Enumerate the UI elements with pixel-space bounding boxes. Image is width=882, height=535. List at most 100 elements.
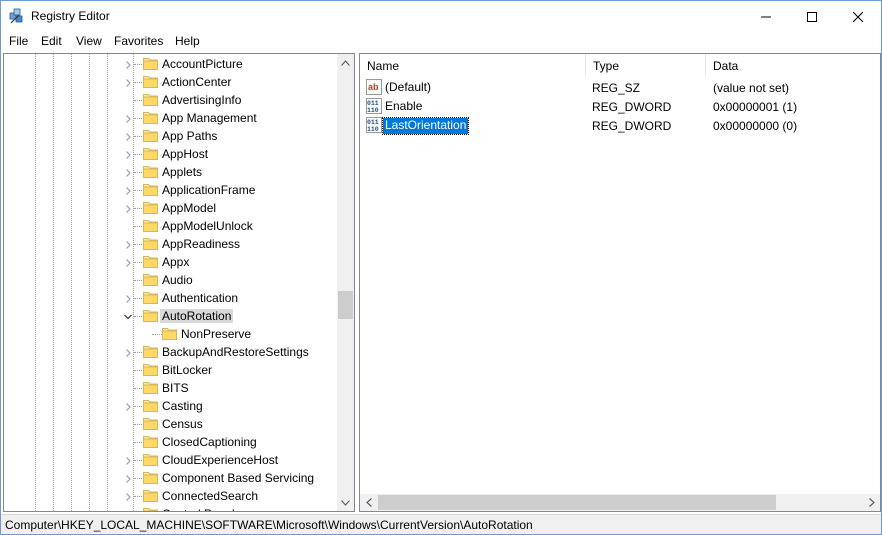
value-row[interactable]: 011 110 LastOrientation REG_DWORD 0x00000000… bbox=[360, 116, 860, 135]
tree-item[interactable]: AppHost bbox=[4, 145, 338, 163]
chevron-right-icon[interactable] bbox=[123, 185, 133, 195]
tree-item[interactable]: BitLocker bbox=[4, 361, 338, 379]
scroll-left-button[interactable] bbox=[360, 494, 377, 511]
folder-icon bbox=[143, 57, 158, 70]
tree-item-label: Audio bbox=[162, 273, 193, 287]
chevron-down-icon[interactable] bbox=[123, 311, 133, 321]
scroll-down-button[interactable] bbox=[337, 494, 354, 511]
value-row[interactable]: ab (Default) REG_SZ (value not set) bbox=[360, 78, 860, 97]
tree-connector bbox=[134, 118, 142, 119]
scroll-right-button[interactable] bbox=[863, 494, 880, 511]
chevron-right-icon[interactable] bbox=[123, 401, 133, 411]
tree-item[interactable]: Casting bbox=[4, 397, 338, 415]
title-bar[interactable]: Registry Editor bbox=[1, 1, 881, 32]
tree-item[interactable]: Census bbox=[4, 415, 338, 433]
tree-connector bbox=[134, 154, 142, 155]
tree-item[interactable]: AppModel bbox=[4, 199, 338, 217]
column-header-name[interactable]: Name bbox=[360, 54, 586, 76]
folder-icon bbox=[143, 237, 158, 250]
tree-item[interactable]: ActionCenter bbox=[4, 73, 338, 91]
tree-item[interactable]: CloudExperienceHost bbox=[4, 451, 338, 469]
tree-item-child[interactable]: NonPreserve bbox=[4, 325, 338, 343]
registry-editor-window: Registry Editor File Edit View Favorites… bbox=[0, 0, 882, 535]
folder-icon bbox=[143, 471, 158, 484]
tree-item-label: AutoRotation bbox=[160, 309, 234, 323]
registry-key-tree[interactable]: AccountPicture ActionCenter AdvertisingInf… bbox=[3, 53, 355, 512]
folder-icon bbox=[162, 327, 177, 340]
chevron-right-icon[interactable] bbox=[123, 59, 133, 69]
tree-item[interactable]: Audio bbox=[4, 271, 338, 289]
tree-item-label: CloudExperienceHost bbox=[162, 453, 279, 467]
menu-favorites[interactable]: Favorites bbox=[114, 34, 163, 48]
chevron-right-icon[interactable] bbox=[123, 77, 133, 87]
values-scroll-thumb[interactable] bbox=[378, 495, 776, 510]
value-row[interactable]: 011 110 Enable REG_DWORD 0x00000001 (1) bbox=[360, 97, 860, 116]
tree-connector bbox=[134, 406, 142, 407]
tree-item-label: Authentication bbox=[162, 291, 239, 305]
column-header-data[interactable]: Data bbox=[706, 54, 880, 76]
menu-edit[interactable]: Edit bbox=[41, 34, 62, 48]
chevron-right-icon[interactable] bbox=[123, 239, 133, 249]
status-bar: Computer\HKEY_LOCAL_MACHINE\SOFTWARE\Mic… bbox=[1, 514, 881, 534]
chevron-up-icon bbox=[341, 59, 350, 66]
tree-connector bbox=[134, 226, 142, 227]
tree-item[interactable]: App Paths bbox=[4, 127, 338, 145]
chevron-right-icon[interactable] bbox=[123, 167, 133, 177]
value-type: REG_SZ bbox=[592, 81, 641, 95]
scroll-up-button[interactable] bbox=[337, 54, 354, 71]
tree-item[interactable]: ClosedCaptioning bbox=[4, 433, 338, 451]
folder-icon bbox=[143, 219, 158, 232]
tree-item-label: AppReadiness bbox=[162, 237, 241, 251]
tree-item[interactable]: App Management bbox=[4, 109, 338, 127]
registry-values-list[interactable]: Name Type Data ab (Default) REG_SZ (value n… bbox=[359, 53, 881, 512]
minimize-button[interactable] bbox=[743, 1, 789, 32]
tree-item[interactable]: AccountPicture bbox=[4, 55, 338, 73]
tree-item[interactable]: Applets bbox=[4, 163, 338, 181]
tree-item[interactable]: Component Based Servicing bbox=[4, 469, 338, 487]
tree-item[interactable]: AdvertisingInfo bbox=[4, 91, 338, 109]
tree-item[interactable]: ConnectedSearch bbox=[4, 487, 338, 505]
maximize-button[interactable] bbox=[789, 1, 835, 32]
tree-item-label: Casting bbox=[162, 399, 203, 413]
chevron-right-icon[interactable] bbox=[123, 131, 133, 141]
menu-view[interactable]: View bbox=[76, 34, 102, 48]
tree-scroll-thumb[interactable] bbox=[338, 291, 353, 319]
chevron-right-icon[interactable] bbox=[123, 491, 133, 501]
tree-item[interactable]: Authentication bbox=[4, 289, 338, 307]
binary-value-icon: 011 110 bbox=[366, 98, 382, 114]
tree-connector bbox=[134, 496, 142, 497]
tree-item[interactable]: AppModelUnlock bbox=[4, 217, 338, 235]
tree-item[interactable]: AutoRotation bbox=[4, 307, 338, 325]
chevron-right-icon[interactable] bbox=[123, 203, 133, 213]
chevron-right-icon[interactable] bbox=[123, 347, 133, 357]
menu-help[interactable]: Help bbox=[175, 34, 200, 48]
chevron-right-icon[interactable] bbox=[123, 149, 133, 159]
menu-file[interactable]: File bbox=[9, 34, 28, 48]
close-button[interactable] bbox=[835, 1, 881, 32]
tree-item[interactable]: BITS bbox=[4, 379, 338, 397]
column-header-type[interactable]: Type bbox=[586, 54, 706, 76]
folder-icon bbox=[143, 165, 158, 178]
tree-item-label: AccountPicture bbox=[162, 57, 243, 71]
chevron-right-icon[interactable] bbox=[123, 455, 133, 465]
tree-item[interactable]: BackupAndRestoreSettings bbox=[4, 343, 338, 361]
tree-vertical-scrollbar[interactable] bbox=[337, 54, 354, 511]
tree-item-label: ActionCenter bbox=[162, 75, 232, 89]
chevron-right-icon[interactable] bbox=[123, 509, 133, 511]
tree-connector bbox=[134, 280, 142, 281]
tree-connector bbox=[134, 460, 142, 461]
chevron-right-icon[interactable] bbox=[123, 473, 133, 483]
tree-connector bbox=[134, 208, 142, 209]
tree-item[interactable]: AppReadiness bbox=[4, 235, 338, 253]
chevron-right-icon[interactable] bbox=[123, 113, 133, 123]
svg-text:011: 011 bbox=[367, 119, 379, 126]
window-title: Registry Editor bbox=[31, 9, 110, 23]
tree-item[interactable]: ApplicationFrame bbox=[4, 181, 338, 199]
chevron-right-icon[interactable] bbox=[123, 293, 133, 303]
tree-item[interactable]: Appx bbox=[4, 253, 338, 271]
registry-path-address[interactable]: Computer\HKEY_LOCAL_MACHINE\SOFTWARE\Mic… bbox=[5, 518, 533, 532]
tree-item[interactable]: Control Panel bbox=[4, 505, 338, 511]
chevron-right-icon[interactable] bbox=[123, 257, 133, 267]
values-horizontal-scrollbar[interactable] bbox=[360, 494, 880, 511]
folder-icon bbox=[143, 255, 158, 268]
